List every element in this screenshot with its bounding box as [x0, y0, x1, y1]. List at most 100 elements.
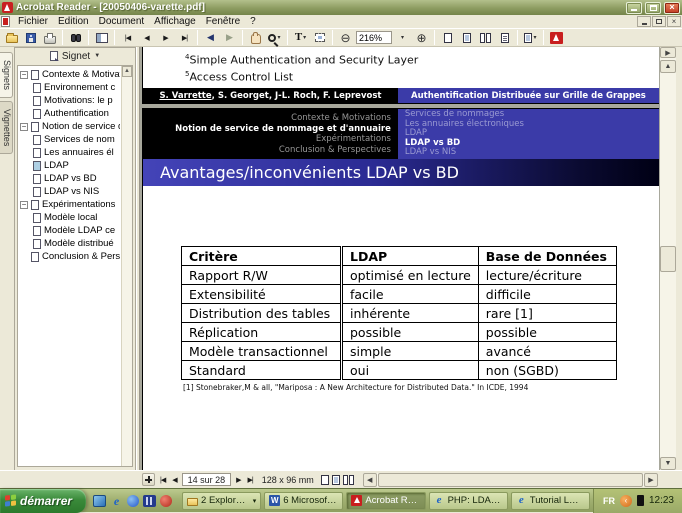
bookmark-label: Modèle local	[44, 212, 98, 223]
collapse-icon[interactable]: −	[20, 70, 28, 79]
toolbar-separator	[114, 30, 115, 45]
ie-icon: e	[436, 494, 442, 506]
bookmark-item[interactable]: Conclusion & Persp	[20, 250, 120, 263]
print-button[interactable]	[41, 29, 58, 46]
horizontal-scroll-thumb[interactable]	[377, 472, 643, 487]
mdi-minimize-button[interactable]	[637, 16, 651, 27]
zoom-level-input[interactable]	[356, 31, 392, 44]
show-hide-nav-pane-button[interactable]	[93, 29, 110, 46]
bookmark-item[interactable]: Environnement c	[20, 81, 120, 94]
next-page-button[interactable]: ▶	[157, 29, 174, 46]
bookmark-item[interactable]: LDAP vs NIS	[20, 185, 120, 198]
continuous-page-button[interactable]	[458, 29, 475, 46]
facing-mode-icon[interactable]	[342, 474, 354, 485]
show-desktop-icon[interactable]	[93, 494, 107, 507]
start-button[interactable]: démarrer	[0, 488, 87, 513]
internet-explorer-icon[interactable]: e	[110, 495, 123, 507]
scroll-up-button[interactable]: ▲	[660, 60, 676, 73]
menu-item[interactable]: ?	[245, 15, 261, 28]
open-button[interactable]	[3, 29, 20, 46]
snapshot-tool-button[interactable]	[311, 29, 328, 46]
mdi-close-button[interactable]: ×	[667, 16, 681, 27]
toolbar: |◀ ◀ ▶ ▶| ◀ ▶ ▾ T▾ ⊖ ▾ ⊕ ▾	[0, 28, 682, 47]
dropdown-caret-icon[interactable]: ▾	[253, 497, 257, 505]
bookmark-item[interactable]: Services de nom	[20, 133, 120, 146]
single-page-mode-icon[interactable]	[320, 474, 329, 485]
bookmarks-header[interactable]: Signet ▼	[15, 48, 135, 64]
taskbar-window-button[interactable]: e PHP: LDAP - M...	[428, 491, 508, 510]
bookmark-item[interactable]: − Notion de service de	[20, 120, 120, 133]
tab-signets[interactable]: Signets	[0, 52, 13, 99]
taskbar-window-button[interactable]: 2 Explorateu...▾	[182, 491, 262, 510]
zoom-out-button[interactable]: ⊖	[337, 29, 354, 46]
save-button[interactable]	[22, 29, 39, 46]
status-last-page-button[interactable]: ▶|	[246, 476, 255, 484]
bookmark-item[interactable]: Authentification	[20, 107, 120, 120]
status-next-page-button[interactable]: ▶	[234, 476, 242, 484]
last-page-button[interactable]: ▶|	[176, 29, 193, 46]
status-first-page-button[interactable]: |◀	[158, 476, 167, 484]
restore-button[interactable]	[645, 1, 661, 14]
scroll-thumb[interactable]	[660, 245, 676, 272]
bookmark-item[interactable]: − Expérimentations	[20, 198, 120, 211]
taskbar-window-button[interactable]: Acrobat Read...	[346, 491, 426, 510]
go-back-button[interactable]: ◀	[202, 29, 219, 46]
vertical-scrollbar[interactable]: ▶ ▲ ▼	[660, 47, 676, 470]
pan-splitter-button[interactable]	[142, 473, 155, 486]
bookmark-item[interactable]: Les annuaires él	[20, 146, 120, 159]
menu-item[interactable]: Document	[94, 15, 150, 28]
first-page-button[interactable]: |◀	[119, 29, 136, 46]
document-options-button[interactable]: ▾	[522, 29, 539, 46]
bookmark-item[interactable]: LDAP	[20, 159, 120, 172]
menu-item[interactable]: Fenêtre	[201, 15, 245, 28]
hand-tool-button[interactable]	[247, 29, 264, 46]
adobe-button[interactable]	[548, 29, 565, 46]
bookmark-item[interactable]: Modèle LDAP ce	[20, 224, 120, 237]
facing-page-button[interactable]	[496, 29, 513, 46]
taskbar-window-button[interactable]: W6 Microsoft ...	[264, 491, 344, 510]
single-page-button[interactable]	[439, 29, 456, 46]
continuous-mode-icon[interactable]	[331, 474, 340, 485]
go-forward-button[interactable]: ▶	[221, 29, 238, 46]
media-player-icon[interactable]	[143, 494, 157, 507]
sidebar-scroll-up-button[interactable]: ▲	[122, 66, 132, 77]
horizontal-scrollbar[interactable]: ◀ ▶	[362, 472, 658, 487]
mdi-restore-button[interactable]	[652, 16, 666, 27]
find-button[interactable]	[67, 29, 84, 46]
scroll-right-button[interactable]: ▶	[644, 472, 658, 487]
bookmark-item[interactable]: Modèle local	[20, 211, 120, 224]
minimize-button[interactable]	[626, 1, 642, 14]
scroll-down-button[interactable]: ▼	[660, 457, 676, 470]
taskbar-window-button[interactable]: e Tutorial LDAP -...	[510, 491, 590, 510]
bookmark-item[interactable]: LDAP vs BD	[20, 172, 120, 185]
tray-app-icon[interactable]	[636, 495, 644, 506]
collapse-icon[interactable]: −	[20, 122, 28, 131]
zoom-presets-button[interactable]: ▾	[394, 29, 411, 46]
magnifier-icon	[268, 33, 277, 42]
language-indicator[interactable]: FR	[603, 496, 615, 506]
menu-item[interactable]: Edition	[53, 15, 94, 28]
previous-page-button[interactable]: ◀	[138, 29, 155, 46]
bookmark-item[interactable]: − Contexte & Motivati	[20, 68, 120, 81]
collapse-icon[interactable]: −	[20, 200, 28, 209]
text-select-tool-button[interactable]: T ▾	[292, 29, 309, 46]
menu-item[interactable]: Affichage	[149, 15, 201, 28]
hide-icons-chevron-icon[interactable]: ‹	[619, 494, 632, 507]
zoom-tool-button[interactable]: ▾	[266, 29, 283, 46]
page-indicator[interactable]: 14 sur 28	[181, 473, 232, 486]
zoom-in-button[interactable]: ⊕	[413, 29, 430, 46]
scroll-track[interactable]	[660, 73, 676, 457]
authors-rest: , S. Georget, J-L. Roch, F. Leprevost	[211, 90, 382, 101]
close-button[interactable]: ×	[664, 1, 680, 14]
browser-icon[interactable]	[127, 494, 140, 507]
sidebar-scrollbar[interactable]: ▲	[121, 66, 132, 466]
status-previous-page-button[interactable]: ◀	[170, 476, 178, 484]
scroll-left-button[interactable]: ◀	[362, 472, 377, 487]
bookmark-item[interactable]: Modèle distribué	[20, 237, 120, 250]
tab-vignettes[interactable]: Vignettes	[0, 101, 13, 155]
menu-item[interactable]: Fichier	[13, 15, 53, 28]
realplayer-icon[interactable]	[160, 494, 173, 507]
bookmark-item[interactable]: Motivations: le p	[20, 94, 120, 107]
toolbar-overflow-button[interactable]: ▶	[660, 47, 676, 58]
continuous-facing-button[interactable]	[477, 29, 494, 46]
